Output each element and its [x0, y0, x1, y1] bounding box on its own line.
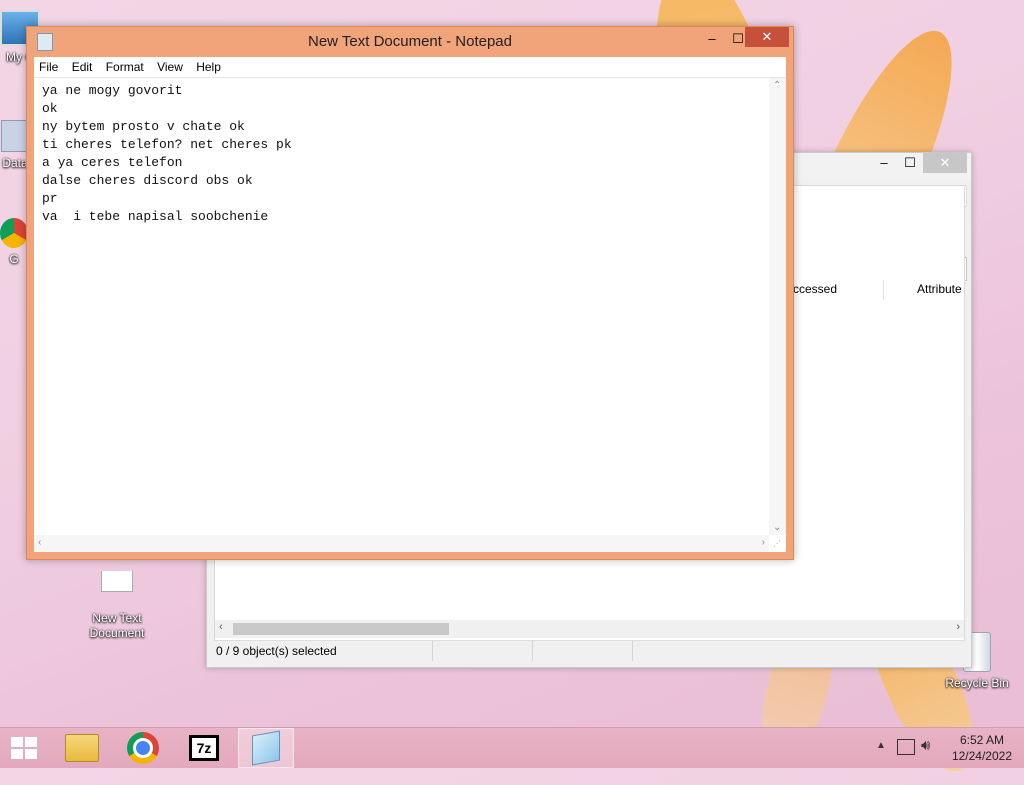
scroll-right-icon[interactable]: › [762, 537, 765, 548]
close-button[interactable]: ✕ [745, 27, 789, 47]
desktop-icon-label: New Text Document [89, 611, 145, 640]
taskbar-file-explorer[interactable] [54, 728, 110, 768]
taskbar-chrome[interactable] [115, 728, 171, 768]
text-file-icon [101, 571, 133, 592]
horizontal-scrollbar[interactable]: ‹ › [34, 535, 769, 552]
desktop-icon-new-text-document[interactable]: New Text Document [82, 556, 152, 641]
taskbar-7zip[interactable]: 7z [176, 728, 232, 768]
vertical-scrollbar[interactable]: ⌃ ⌄ [769, 78, 786, 535]
notepad-window[interactable]: New Text Document - Notepad – ☐ ✕ File E… [26, 26, 794, 560]
text-editor-area[interactable]: ya ne mogy govorit ok ny bytem prosto v … [34, 78, 786, 552]
menu-format[interactable]: Format [101, 57, 149, 77]
window-title: New Text Document - Notepad [308, 33, 512, 50]
explorer-statusbar: 0 / 9 object(s) selected [214, 640, 965, 661]
taskbar-clock[interactable]: 6:52 AM 12/24/2022 [952, 732, 1012, 764]
status-text: 0 / 9 object(s) selected [216, 644, 337, 658]
scroll-down-icon[interactable]: ⌄ [773, 522, 781, 533]
desktop-icon-label: Data [2, 156, 28, 170]
start-button[interactable] [0, 728, 48, 768]
status-divider [532, 641, 533, 661]
explorer-minimize-button[interactable]: – [871, 153, 897, 173]
network-icon[interactable] [897, 739, 915, 755]
7zip-icon: 7z [189, 735, 219, 761]
explorer-hscrollbar[interactable]: ‹ › [215, 620, 964, 638]
column-header-accessed[interactable]: ccessed [793, 282, 873, 296]
column-divider [883, 280, 884, 300]
windows-logo-icon [11, 737, 37, 759]
menu-help[interactable]: Help [191, 57, 226, 77]
column-header-attributes[interactable]: Attribute [917, 282, 962, 296]
scroll-left-icon[interactable]: ‹ [38, 537, 41, 548]
minimize-button[interactable]: – [699, 29, 725, 49]
scroll-left-icon[interactable]: ‹ [219, 621, 223, 633]
desktop-icon-chrome-shortcut[interactable]: G [0, 218, 28, 267]
chrome-icon [0, 218, 28, 248]
scroll-up-icon[interactable]: ⌃ [773, 80, 781, 91]
data-icon [1, 120, 29, 152]
explorer-maximize-button[interactable]: ☐ [897, 153, 923, 173]
explorer-close-button[interactable]: ✕ [923, 153, 967, 173]
menu-edit[interactable]: Edit [67, 57, 98, 77]
clock-date: 12/24/2022 [951, 749, 1012, 763]
menu-bar: File Edit Format View Help [34, 57, 786, 78]
desktop-icon-label: Recycle Bin [945, 676, 1009, 690]
clock-time: 6:52 AM [959, 733, 1004, 747]
desktop-icon-label: G [9, 252, 19, 266]
chrome-icon [127, 732, 159, 764]
menu-view[interactable]: View [152, 57, 188, 77]
status-divider [432, 641, 433, 661]
volume-icon[interactable]: 🔊︎ [921, 737, 930, 754]
menu-file[interactable]: File [34, 57, 63, 77]
taskbar-notepad[interactable] [238, 728, 294, 768]
status-divider [632, 641, 633, 661]
scrollbar-thumb[interactable] [233, 623, 449, 635]
notepad-icon [252, 730, 280, 766]
scroll-right-icon[interactable]: › [956, 621, 960, 633]
document-text[interactable]: ya ne mogy govorit ok ny bytem prosto v … [42, 82, 292, 226]
resize-grip-icon[interactable]: ⋰ [773, 539, 783, 549]
file-explorer-icon [65, 734, 99, 762]
taskbar: 7z ▲ 🔊︎ 6:52 AM 12/24/2022 [0, 727, 1024, 768]
show-hidden-icons-icon[interactable]: ▲ [876, 740, 886, 751]
